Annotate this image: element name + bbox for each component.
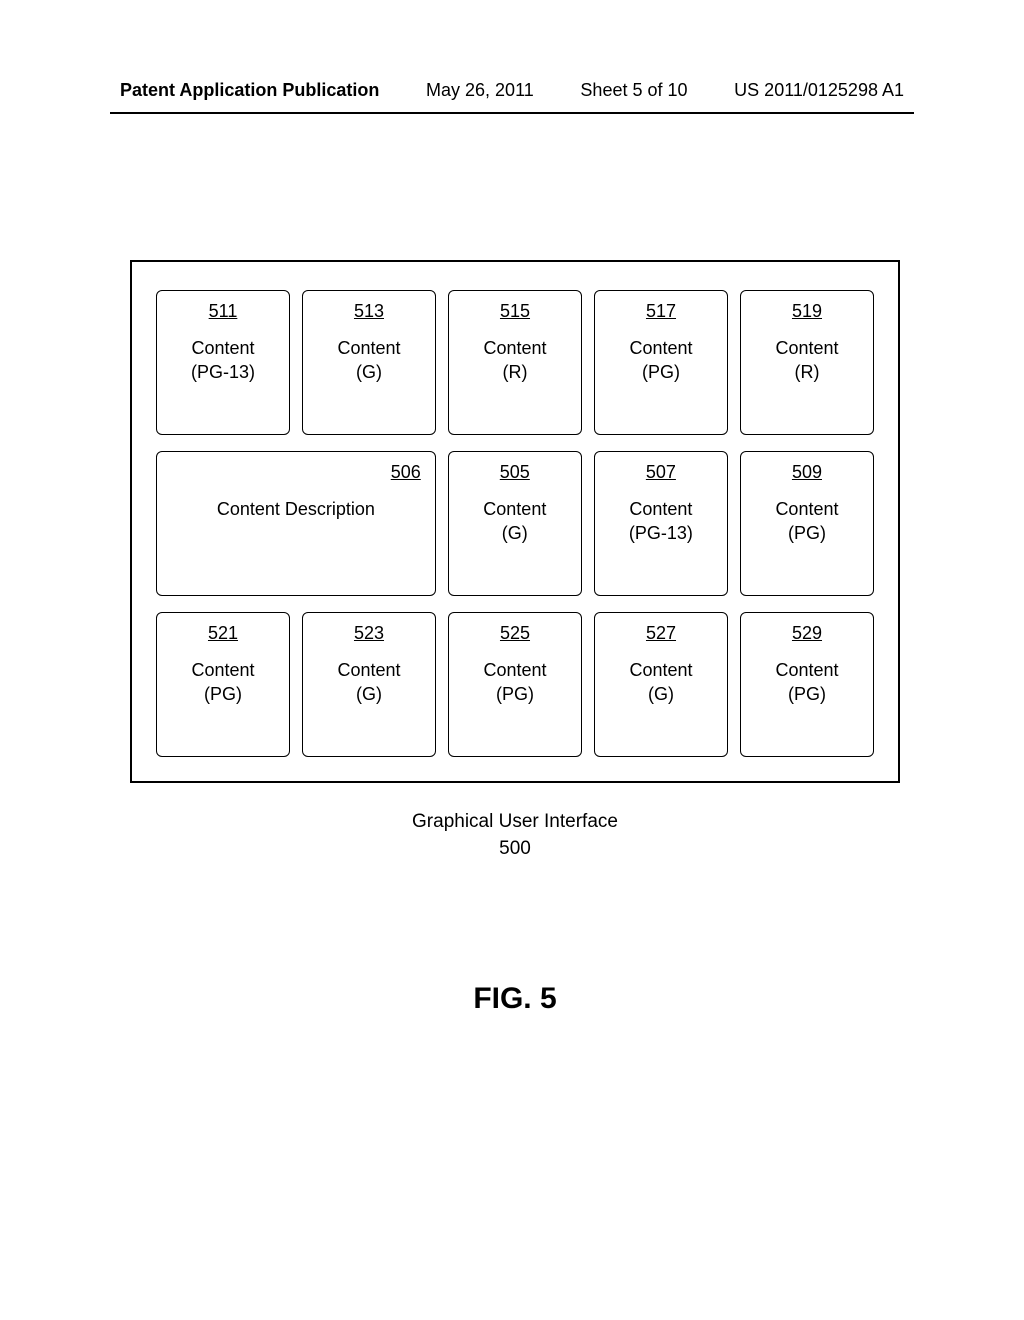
gui-caption: Graphical User Interface 500 [130,809,900,862]
gui-frame: 511 Content(PG-13) 513 Content(G) 515 Content… [130,260,900,783]
content-tile: 506 Content Description [156,451,436,596]
tile-ref-number: 519 [792,301,822,322]
content-tile: 511 Content(PG-13) [156,290,290,435]
content-tile: 519 Content(R) [740,290,874,435]
content-tile: 521 Content(PG) [156,612,290,757]
tile-ref-number: 513 [354,301,384,322]
tile-label: Content(PG-13) [629,497,693,546]
content-tile: 509 Content(PG) [740,451,874,596]
content-tile: 517 Content(PG) [594,290,728,435]
tile-label: Content Description [217,497,375,521]
tile-label: Content(G) [337,336,400,385]
tile-row: 521 Content(PG) 523 Content(G) 525 Content(PG… [156,612,874,757]
tile-label: Content(PG-13) [191,336,255,385]
content-tile: 527 Content(G) [594,612,728,757]
tile-ref-number: 515 [500,301,530,322]
tile-label: Content(G) [337,658,400,707]
content-tile: 515 Content(R) [448,290,582,435]
tile-label: Content(PG) [775,658,838,707]
tile-ref-number: 509 [792,462,822,483]
tile-label: Content(G) [629,658,692,707]
tile-label: Content(R) [483,336,546,385]
tile-ref-number: 506 [391,462,421,483]
tile-ref-number: 517 [646,301,676,322]
page-header: Patent Application Publication May 26, 2… [0,80,1024,101]
tile-label: Content(PG) [629,336,692,385]
publication-number: US 2011/0125298 A1 [734,80,904,101]
tile-ref-number: 529 [792,623,822,644]
publication-date: May 26, 2011 [426,80,534,101]
tile-label: Content(R) [775,336,838,385]
tile-ref-number: 511 [209,301,238,322]
publication-sheet: Sheet 5 of 10 [580,80,687,101]
figure-label: FIG. 5 [130,982,900,1016]
gui-caption-line1: Graphical User Interface [130,809,900,836]
tile-row: 511 Content(PG-13) 513 Content(G) 515 Content… [156,290,874,435]
tile-ref-number: 525 [500,623,530,644]
header-rule [110,112,914,114]
tile-label: Content(PG) [775,497,838,546]
tile-ref-number: 523 [354,623,384,644]
tile-label: Content(PG) [191,658,254,707]
publication-label: Patent Application Publication [120,80,379,101]
content-tile: 525 Content(PG) [448,612,582,757]
gui-caption-line2: 500 [130,836,900,863]
content-tile: 523 Content(G) [302,612,436,757]
tile-ref-number: 507 [646,462,676,483]
content-tile: 505 Content(G) [448,451,582,596]
tile-ref-number: 521 [208,623,238,644]
tile-ref-number: 527 [646,623,676,644]
tile-ref-number: 505 [500,462,530,483]
content-tile: 507 Content(PG-13) [594,451,728,596]
content-tile: 513 Content(G) [302,290,436,435]
figure-area: 511 Content(PG-13) 513 Content(G) 515 Content… [130,260,900,1016]
tile-label: Content(G) [483,497,546,546]
tile-label: Content(PG) [483,658,546,707]
tile-row: 506 Content Description 505 Content(G) 507 Co… [156,451,874,596]
content-tile: 529 Content(PG) [740,612,874,757]
